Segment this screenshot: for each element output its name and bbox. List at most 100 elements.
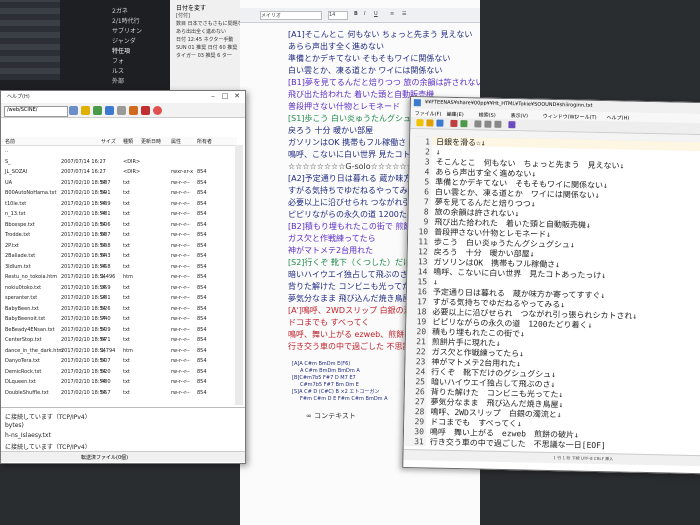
table-row[interactable]: UA 587 txt 2017/02/10 18:54 rw-r--r-- 854 (1, 179, 233, 189)
editor-text-line[interactable]: 日銀を滑る☆↓ (436, 138, 486, 148)
library-nav-item[interactable]: サブリオン (112, 26, 142, 35)
editor-text-line[interactable]: ドコまでも すべってく↓ (430, 417, 522, 428)
new-file-icon[interactable] (416, 119, 424, 127)
table-row[interactable]: Trodde.txt 687 txt 2017/02/10 18:54 rw-r--r-… (1, 231, 233, 241)
table-row[interactable]: CenterStop.txt 671 txt 2017/02/10 18:54 rw-r… (1, 336, 233, 346)
library-nav-item[interactable]: 特任項 (112, 46, 130, 55)
table-row[interactable]: B00AutoNoHama.txt 591 txt 2017/02/10 18:54 r… (1, 189, 233, 199)
fm-title: ヘルプ(H) (7, 94, 30, 100)
table-row[interactable]: n_13.txt 481 txt 2017/02/10 18:54 rw-r--r-- 8… (1, 210, 233, 220)
table-row[interactable]: Bboxspe.txt 506 txt 2017/02/10 18:54 rw-r--r… (1, 221, 233, 231)
info-header: 日付を変す (176, 5, 207, 12)
table-row[interactable]: 3Idlum.txt 468 txt 2017/02/10 18:54 rw-r--r-… (1, 263, 233, 273)
library-nav-item[interactable]: ジャンダ (112, 36, 136, 45)
table-row[interactable]: 2Ballade.txt 643 txt 2017/02/10 18:54 rw-r--… (1, 252, 233, 262)
table-row[interactable]: DLqueen.txt 480 txt 2017/02/10 18:54 rw-r--r… (1, 378, 233, 388)
redo-icon[interactable] (460, 120, 468, 128)
list-icon[interactable]: ☰ (402, 11, 406, 17)
library-nav-item[interactable]: 2/1時代行 (112, 16, 140, 25)
refresh-icon[interactable] (117, 106, 126, 115)
table-cell: 2017/02/10 18:54 (61, 337, 106, 343)
table-row[interactable]: nokiu0toko.txt 359 txt 2017/02/10 18:54 rw-r… (1, 284, 233, 294)
table-row[interactable]: DanyoTera.txt 507 txt 2017/02/10 18:54 rw-r-… (1, 357, 233, 367)
table-cell: 854 (197, 179, 207, 186)
context-logo-text: コンテキスト (314, 412, 356, 420)
table-row[interactable]: BabyBeenoit.txt 740 txt 2017/02/10 18:54 rw-… (1, 315, 233, 325)
table-cell: 2007/07/14 16:27 (61, 158, 106, 165)
paste-icon[interactable] (494, 120, 502, 128)
folder-up-icon[interactable] (69, 106, 78, 115)
lyrics-line: [A1]そこんとこ 何もない ちょっと先まう 見えない (288, 30, 473, 39)
table-cell: 854 (197, 232, 207, 238)
folder-icon[interactable] (81, 106, 90, 115)
editor-text-line[interactable]: 旅の余韻は許されない↓ (434, 208, 519, 219)
table-cell: 2017/02/10 18:54 (61, 305, 106, 312)
editor-text-line[interactable]: 神がマトメテ2台用れた↓ (431, 358, 521, 369)
library-nav-item[interactable]: 2ガネ (112, 6, 128, 15)
align-icon[interactable]: ≡ (390, 11, 394, 17)
table-row[interactable]: Restu_no_tokoia.htm 1,496 htm 2017/02/10 18… (1, 273, 233, 283)
file-list-scrollbar[interactable] (235, 145, 243, 405)
table-row[interactable]: BabyBeen.txt 526 txt 2017/02/10 18:54 rw-r--… (1, 305, 233, 315)
table-cell: txt (123, 211, 130, 217)
lyrics-line: 白い雲とか、凍る道とか ワイには関係ない (288, 66, 443, 75)
table-row[interactable]: S_ <DIR> 2007/07/14 16:27 (1, 158, 233, 168)
table-row[interactable]: DemicRock.txt 520 txt 2017/02/10 18:54 rw-r-… (1, 368, 233, 378)
table-row[interactable]: BeBeady4ENsan.txt 509 txt 2017/02/10 18:54 r… (1, 326, 233, 336)
editor-text-line[interactable]: ガス欠と作戦練ってたら↓ (432, 348, 525, 359)
download-icon[interactable] (105, 106, 114, 115)
table-cell: rw-r--r-- (171, 179, 190, 186)
open-file-icon[interactable] (426, 119, 434, 127)
column-header[interactable]: サイズ (101, 138, 116, 145)
te-status-text: 1 行 1 桁 下線 UTF-8 CRLF 挿入 (553, 455, 614, 462)
font-select[interactable]: メイリオ (260, 11, 322, 20)
table-row[interactable]: dance_in_the_dark.htm 1,794 htm 2017/02/10 … (1, 347, 233, 357)
editor-text-line[interactable]: 鳴呼、こないに白い世界 見たコトあったっけ↓ (433, 268, 606, 281)
bold-icon[interactable]: B (354, 11, 358, 17)
column-header[interactable]: 種類 (123, 138, 133, 145)
close-icon[interactable]: ✕ (231, 92, 243, 101)
library-nav-item[interactable]: ルス (112, 66, 124, 75)
ftp-window: ヘルプ(H) – □ ✕ /web/SCINE/ 名前 サイズ 種類 更新日時 属性 所有… (0, 90, 246, 464)
table-row[interactable]: JL_SOZAI <DIR> 2007/07/14 16:27 rwxr-xr-x 85… (1, 168, 233, 178)
copy-icon[interactable] (484, 120, 492, 128)
table-row[interactable]: speranter.txt 281 txt 2017/02/10 18:54 rw-r-… (1, 294, 233, 304)
line-number: 2 (424, 147, 430, 157)
library-nav-item[interactable]: フォ (112, 56, 124, 65)
save-icon[interactable] (436, 119, 444, 127)
table-row[interactable]: DoubleShuffle.txt 557 txt 2017/02/10 18:54 r… (1, 389, 233, 399)
table-cell: DanyoTera.txt (5, 358, 40, 364)
editor-text-line[interactable]: 煎餅片手に現れた↓ (432, 338, 501, 348)
line-number: 13 (417, 257, 428, 267)
maximize-icon[interactable]: □ (219, 92, 231, 101)
stop-icon[interactable] (153, 106, 162, 115)
editor-text-line[interactable]: 行き交う車の中で過ごした 不思議な一日[EOF] (430, 437, 606, 450)
table-row[interactable]: .. (1, 147, 233, 157)
table-cell: 2017/02/10 18:54 (61, 200, 106, 207)
remote-path-input[interactable]: /web/SCINE/ (4, 106, 68, 117)
underline-icon[interactable]: U (374, 11, 378, 17)
line-number: 18 (416, 307, 427, 317)
editor-text-line[interactable]: ↓ (433, 278, 438, 287)
column-header[interactable]: 属性 (171, 138, 181, 145)
cut-icon[interactable] (474, 120, 482, 128)
line-number: 7 (423, 197, 429, 207)
table-row[interactable]: 2P.txt 538 txt 2017/02/10 18:54 rw-r--r-- 854 (1, 242, 233, 252)
font-size-select[interactable]: 14 (328, 11, 348, 20)
line-number: 30 (414, 427, 425, 437)
undo-icon[interactable] (450, 119, 458, 127)
library-nav-item[interactable]: 外部 (112, 76, 124, 85)
lyrics-line: 夢気分なまま 飛び込んだ焼き鳥屋 (288, 294, 411, 303)
search-icon[interactable] (508, 121, 516, 129)
column-header[interactable]: 名前 (5, 138, 15, 145)
editor-text-line[interactable]: ↓ (436, 148, 441, 157)
upload-icon[interactable] (93, 106, 102, 115)
table-row[interactable]: t10le.txt 439 txt 2017/02/10 18:54 rw-r--r--… (1, 200, 233, 210)
column-header[interactable]: 更新日時 (141, 138, 161, 145)
table-cell: 854 (197, 242, 207, 249)
italic-icon[interactable]: I (364, 11, 365, 17)
delete-icon[interactable] (141, 106, 150, 115)
minimize-icon[interactable]: – (207, 92, 219, 101)
column-header[interactable]: 所有者 (197, 138, 212, 145)
edit-icon[interactable] (129, 106, 138, 115)
